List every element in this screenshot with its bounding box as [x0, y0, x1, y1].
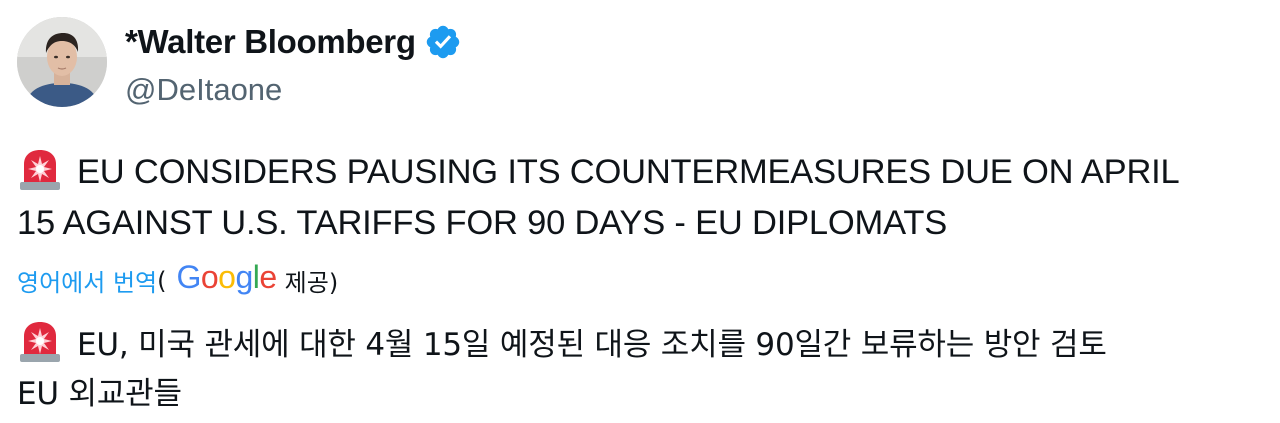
provided-by-text: 제공): [284, 269, 339, 297]
google-letter: g: [235, 259, 253, 295]
google-letter: o: [200, 259, 219, 295]
tweet-text: 15 AGAINST U.S. TARIFFS FOR 90 DAYS - EU…: [17, 204, 948, 242]
avatar-image: [17, 17, 107, 107]
translated-text: EU 외교관들: [17, 376, 182, 412]
tweet-header: *Walter Bloomberg @DeItaone: [17, 17, 462, 108]
tweet-text-line-2: 15 AGAINST U.S. TARIFFS FOR 90 DAYS - EU…: [17, 204, 947, 243]
translated-text-line-1: EU, 미국 관세에 대한 4월 15일 예정된 대응 조치를 90일간 보류하…: [17, 318, 1107, 364]
google-letter: e: [259, 259, 277, 295]
google-letter: G: [176, 259, 201, 295]
avatar[interactable]: [17, 17, 107, 107]
police-car-light-icon: [17, 146, 63, 192]
open-paren: (: [157, 266, 167, 295]
user-handle[interactable]: @DeItaone: [125, 72, 462, 108]
tweet-text-line-1: EU CONSIDERS PAUSING ITS COUNTERMEASURES…: [17, 146, 1180, 192]
google-logo: Google: [176, 259, 277, 296]
police-car-light-icon: [17, 318, 63, 364]
google-letter: o: [218, 259, 236, 295]
tweet-text: EU CONSIDERS PAUSING ITS COUNTERMEASURES…: [77, 153, 1180, 191]
translated-text: EU, 미국 관세에 대한 4월 15일 예정된 대응 조치를 90일간 보류하…: [77, 327, 1107, 363]
verified-badge-icon[interactable]: [424, 23, 462, 61]
display-name-row: *Walter Bloomberg: [125, 21, 462, 63]
translation-attribution: 영어에서 번역 ( Google 제공): [17, 259, 339, 299]
translate-link[interactable]: 영어에서 번역: [17, 263, 157, 298]
user-names: *Walter Bloomberg @DeItaone: [125, 21, 462, 108]
translated-text-line-2: EU 외교관들: [17, 368, 182, 413]
display-name[interactable]: *Walter Bloomberg: [125, 23, 416, 61]
